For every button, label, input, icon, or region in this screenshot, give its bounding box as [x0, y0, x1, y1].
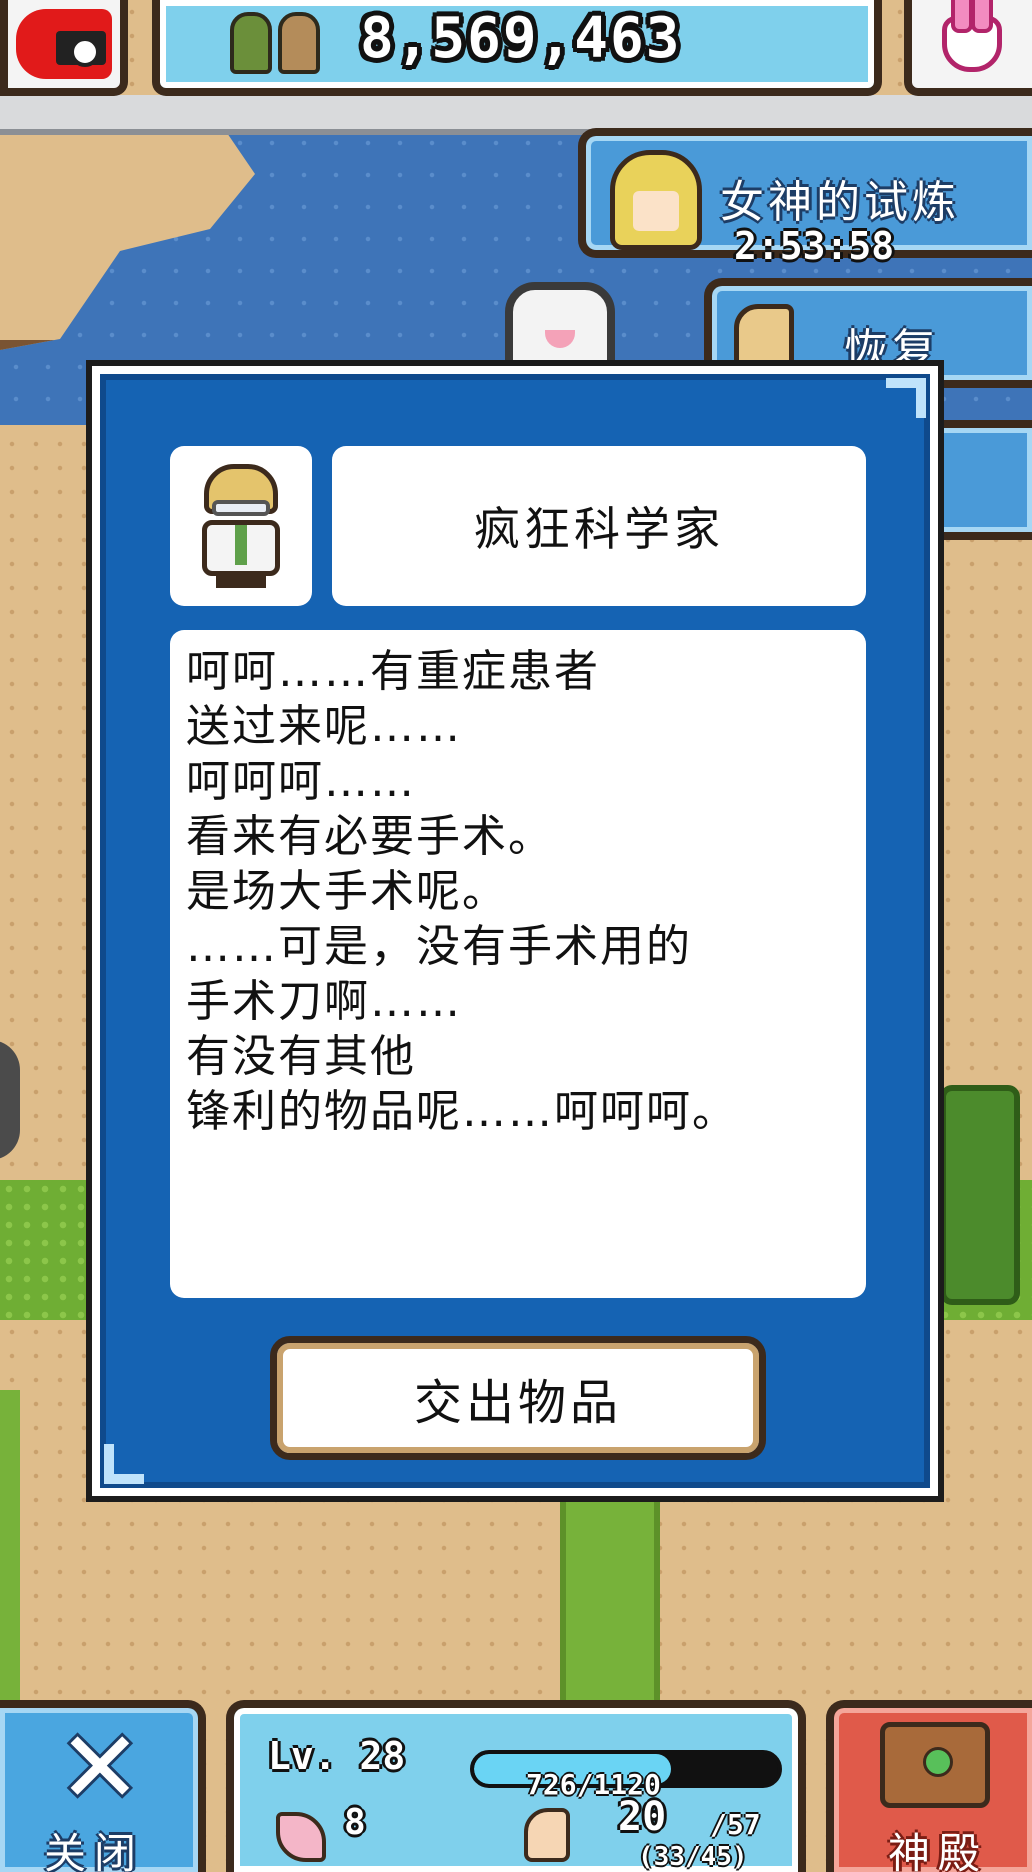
dialog-line: 呵呵呵……: [186, 756, 416, 807]
trial-title: 女神的试炼: [720, 177, 960, 228]
party-members-icon: [230, 12, 320, 74]
speaker-name-box: 疯狂科学家: [332, 446, 866, 606]
speaker-portrait-frame: [170, 446, 312, 606]
power-sub: (33/45): [638, 1842, 748, 1872]
wing-icon: [276, 1812, 326, 1862]
corner-decoration: [886, 378, 926, 418]
dialog-line: 手术刀啊……: [186, 976, 462, 1027]
tree-sprite: [940, 1085, 1020, 1305]
corner-decoration: [104, 1444, 144, 1484]
grass-strip: [0, 1390, 20, 1710]
scientist-portrait-icon: [194, 464, 288, 588]
money-counter: 8,569,463: [360, 6, 682, 71]
hand-over-item-button[interactable]: 交出物品: [270, 1336, 766, 1460]
dialog-line: 锋利的物品呢……呵呵呵。: [186, 1086, 738, 1137]
hand-over-item-label: 交出物品: [413, 1375, 622, 1431]
camera-share-icon: [16, 9, 112, 79]
rock-sprite: [0, 1040, 20, 1160]
rabbit-menu-button[interactable]: [904, 0, 1032, 96]
dialog-line: ……可是，没有手术用的: [186, 921, 692, 972]
trial-timer: 2:53:58: [734, 224, 895, 268]
dialog-line: 是场大手术呢。: [186, 866, 508, 917]
bottom-hud: ✕ 关闭 Lv. 28 726/1120 8 20 /57 (33/45) 神殿: [0, 1700, 1032, 1872]
close-icon: ✕: [58, 1709, 142, 1826]
player-level: Lv. 28: [268, 1734, 406, 1778]
dialog-line: 送过来呢……: [186, 701, 462, 752]
power-max: /57: [710, 1808, 761, 1841]
power-value: 20: [618, 1794, 667, 1840]
close-button[interactable]: ✕ 关闭: [0, 1700, 206, 1872]
close-label: 关闭: [44, 1829, 145, 1872]
dialog-line: 看来有必要手术。: [186, 811, 554, 862]
player-status-panel: Lv. 28 726/1120 8 20 /57 (33/45): [226, 1700, 806, 1872]
temple-button[interactable]: 神殿: [826, 1700, 1032, 1872]
npc-dialog: 疯狂科学家 呵呵……有重症患者 送过来呢…… 呵呵呵…… 看来有必要手术。 是场…: [86, 360, 944, 1502]
top-hud: 8,569,463: [0, 0, 1032, 100]
dialog-line: 呵呵……有重症患者: [186, 646, 600, 697]
wing-count: 8: [344, 1802, 366, 1843]
dialog-text-box: 呵呵……有重症患者 送过来呢…… 呵呵呵…… 看来有必要手术。 是场大手术呢。 …: [170, 630, 866, 1298]
temple-icon: [880, 1722, 990, 1808]
arm-power-icon: [524, 1808, 570, 1862]
money-panel: 8,569,463: [152, 0, 882, 96]
camera-share-button[interactable]: [0, 0, 128, 96]
temple-label: 神殿: [888, 1829, 989, 1872]
dialog-line: 有没有其他: [186, 1031, 416, 1082]
goddess-avatar-icon: [610, 150, 702, 250]
npc-sprite[interactable]: [505, 282, 615, 372]
speaker-name: 疯狂科学家: [474, 502, 724, 556]
goddess-trial-button[interactable]: 女神的试炼 2:53:58: [578, 128, 1032, 268]
rabbit-face-icon: [942, 0, 1002, 72]
